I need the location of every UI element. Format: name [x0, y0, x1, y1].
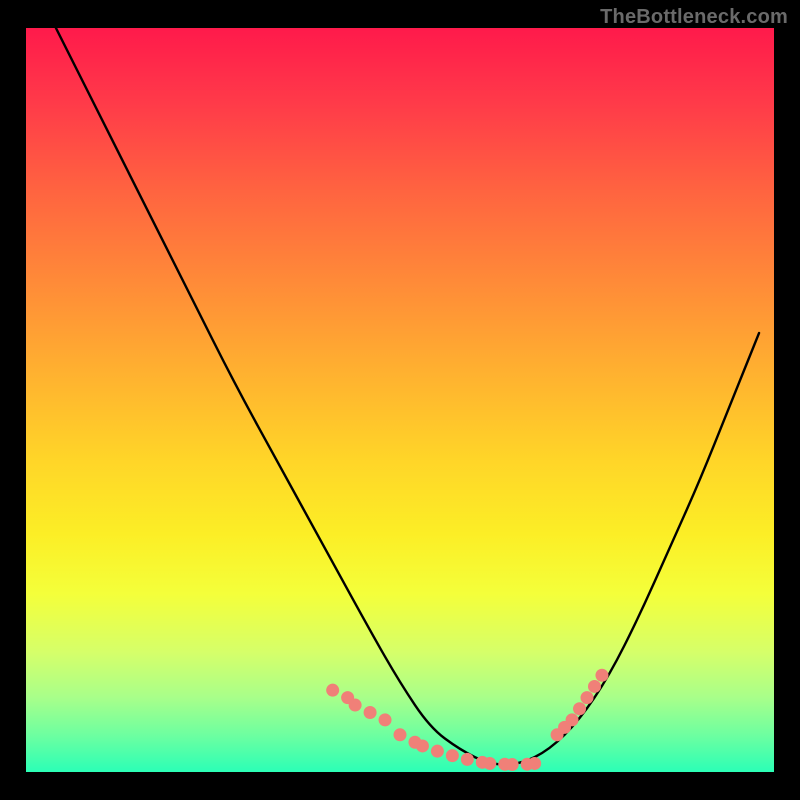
data-marker: [431, 745, 444, 758]
marker-layer: [326, 669, 608, 771]
data-marker: [349, 699, 362, 712]
data-marker: [573, 702, 586, 715]
data-marker: [364, 706, 377, 719]
plot-area: [26, 28, 774, 772]
data-marker: [595, 669, 608, 682]
data-marker: [446, 749, 459, 762]
data-marker: [483, 757, 496, 770]
data-marker: [588, 680, 601, 693]
watermark-text: TheBottleneck.com: [600, 6, 788, 29]
data-marker: [326, 684, 339, 697]
data-marker: [379, 713, 392, 726]
data-marker: [528, 757, 541, 770]
curve-path: [56, 28, 759, 765]
chart-svg: [26, 28, 774, 772]
bottleneck-curve: [56, 28, 759, 765]
data-marker: [461, 753, 474, 766]
data-marker: [566, 713, 579, 726]
data-marker: [416, 739, 429, 752]
chart-frame: TheBottleneck.com: [0, 0, 800, 800]
data-marker: [506, 758, 519, 771]
data-marker: [394, 728, 407, 741]
data-marker: [581, 691, 594, 704]
